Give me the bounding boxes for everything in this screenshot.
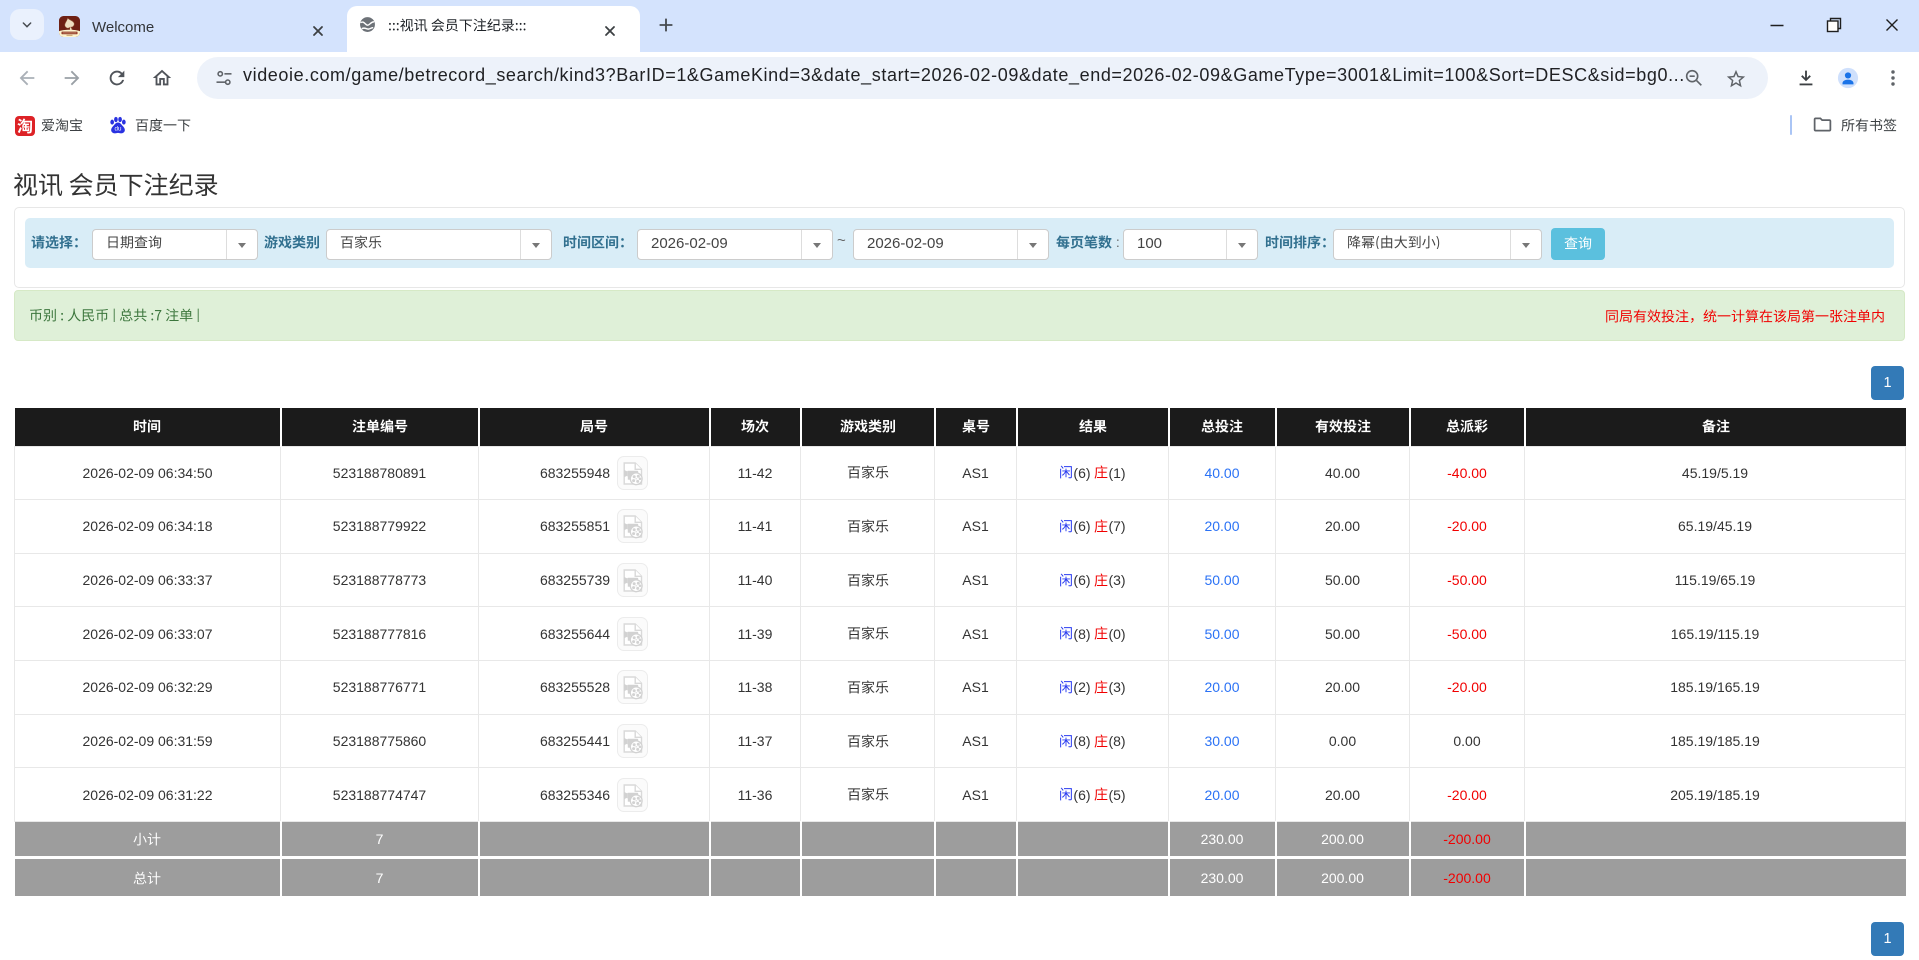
svg-text:du: du [115,126,122,133]
